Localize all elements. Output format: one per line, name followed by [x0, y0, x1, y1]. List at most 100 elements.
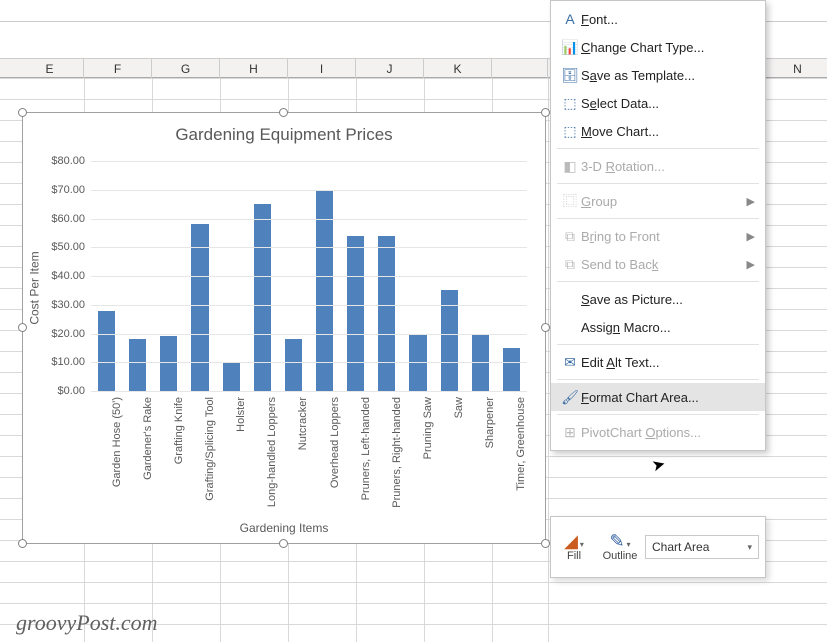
bar[interactable]	[316, 190, 333, 391]
x-tick-label: Pruners, Right-handed	[391, 397, 403, 508]
menu-item-label: Group	[581, 194, 617, 209]
menu-item[interactable]: Assign Macro...	[551, 313, 765, 341]
menu-item[interactable]: 🖌Format Chart Area...	[551, 383, 765, 411]
plot-area[interactable]	[91, 161, 527, 391]
fill-button[interactable]: ◢▾ Fill	[551, 532, 597, 562]
chart-element-selector[interactable]: Chart Area ▾	[645, 535, 759, 559]
menu-item[interactable]: Save as Picture...	[551, 285, 765, 313]
y-tick-label: $10.00	[51, 356, 85, 368]
menu-item-label: Save as Picture...	[581, 292, 683, 307]
x-tick-label: Long-handled Loppers	[266, 397, 278, 507]
app-window: EFGHIJK N Gardening Equipment Prices Cost…	[0, 0, 827, 642]
menu-item[interactable]: ⬚Move Chart...	[551, 117, 765, 145]
x-tick-label: Garden Hose (50')	[111, 397, 123, 487]
y-tick-label: $20.00	[51, 328, 85, 340]
chart-element-selector-value: Chart Area	[652, 540, 709, 554]
bar[interactable]	[98, 311, 115, 392]
x-tick-label: Overhead Loppers	[329, 397, 341, 488]
resize-handle[interactable]	[279, 108, 288, 117]
resize-handle[interactable]	[541, 539, 550, 548]
bar[interactable]	[347, 236, 364, 391]
y-axis-title[interactable]: Cost Per Item	[27, 161, 43, 415]
menu-item-label: Select Data...	[581, 96, 659, 111]
x-tick-label: Grafting Knife	[173, 397, 185, 464]
menu-item: ⿴Group ▶	[551, 187, 765, 215]
menu-item[interactable]: ⬚Select Data...	[551, 89, 765, 117]
column-header[interactable]: H	[220, 59, 288, 79]
x-tick-label: Nutcracker	[297, 397, 309, 450]
y-tick-label: $30.00	[51, 299, 85, 311]
x-tick-label: Gardener's Rake	[142, 397, 154, 480]
menu-item-label: Send to Back	[581, 257, 658, 272]
menu-item-icon: 📊	[559, 39, 581, 56]
submenu-arrow-icon: ▶	[747, 230, 755, 243]
y-axis-title-label: Cost Per Item	[28, 251, 42, 324]
chart-object[interactable]: Gardening Equipment Prices Cost Per Item…	[22, 112, 546, 544]
bar[interactable]	[191, 224, 208, 391]
menu-item-icon: ⊞	[559, 424, 581, 441]
bar[interactable]	[378, 236, 395, 391]
paint-bucket-icon: ◢	[564, 531, 578, 551]
column-header[interactable]: E	[16, 59, 84, 79]
menu-item-icon: ✉	[559, 354, 581, 371]
menu-item[interactable]: 📊Change Chart Type...	[551, 33, 765, 61]
x-tick-label: Sharpener	[484, 397, 496, 448]
menu-item[interactable]: AFont...	[551, 5, 765, 33]
x-axis-title[interactable]: Gardening Items	[23, 521, 545, 535]
menu-item-label: Save as Template...	[581, 68, 695, 83]
menu-item-icon: 🗄	[559, 67, 581, 84]
y-tick-label: $0.00	[57, 385, 85, 397]
column-header[interactable]: F	[84, 59, 152, 79]
fill-label: Fill	[567, 550, 581, 562]
menu-item-label: PivotChart Options...	[581, 425, 701, 440]
menu-item-label: Format Chart Area...	[581, 390, 699, 405]
bar[interactable]	[285, 339, 302, 391]
menu-item-label: Move Chart...	[581, 124, 659, 139]
menu-item: ⧉Send to Back▶	[551, 250, 765, 278]
menu-item[interactable]: ✉Edit Alt Text...	[551, 348, 765, 376]
menu-item-icon: ⿴	[559, 191, 581, 211]
resize-handle[interactable]	[541, 323, 550, 332]
column-header[interactable]: N	[768, 59, 827, 79]
y-tick-label: $70.00	[51, 184, 85, 196]
menu-item-label: Assign Macro...	[581, 320, 671, 335]
column-header[interactable]: I	[288, 59, 356, 79]
resize-handle[interactable]	[18, 539, 27, 548]
pen-icon: ✎	[609, 531, 624, 551]
column-header[interactable]: G	[152, 59, 220, 79]
menu-item-label: Edit Alt Text...	[581, 355, 660, 370]
x-tick-label: Grafting/Splicing Tool	[204, 397, 216, 501]
context-menu[interactable]: AFont...📊Change Chart Type...🗄Save as Te…	[550, 0, 766, 451]
x-axis-tick-labels: Garden Hose (50') Gardener's Rake Grafting…	[91, 397, 527, 517]
x-tick-label: Saw	[453, 397, 465, 418]
menu-item: ⧉Bring to Front▶	[551, 222, 765, 250]
resize-handle[interactable]	[541, 108, 550, 117]
outline-button[interactable]: ✎▾ Outline	[597, 532, 643, 562]
chart-title[interactable]: Gardening Equipment Prices	[23, 113, 545, 151]
menu-item-icon: ⬚	[559, 123, 581, 140]
bar[interactable]	[503, 348, 520, 391]
x-tick-label: Pruning Saw	[422, 397, 434, 459]
menu-item-icon: 🖌	[559, 389, 581, 406]
resize-handle[interactable]	[18, 108, 27, 117]
menu-item-icon: A	[559, 11, 581, 27]
mini-toolbar[interactable]: ◢▾ Fill ✎▾ Outline Chart Area ▾	[550, 516, 766, 578]
menu-item-icon: ⬚	[559, 95, 581, 112]
submenu-arrow-icon: ▶	[747, 195, 755, 208]
menu-item-icon: ⧉	[559, 228, 581, 245]
resize-handle[interactable]	[18, 323, 27, 332]
bar[interactable]	[223, 362, 240, 391]
menu-item-label: 3-D Rotation...	[581, 159, 665, 174]
menu-item: ◧3-D Rotation...	[551, 152, 765, 180]
chevron-down-icon: ▾	[747, 542, 752, 553]
column-header[interactable]	[492, 59, 548, 79]
menu-item-label: Change Chart Type...	[581, 40, 704, 55]
bar[interactable]	[129, 339, 146, 391]
watermark: groovyPost.com	[16, 610, 158, 636]
bar[interactable]	[160, 336, 177, 391]
resize-handle[interactable]	[279, 539, 288, 548]
menu-item-label: Font...	[581, 12, 618, 27]
column-header[interactable]: K	[424, 59, 492, 79]
column-header[interactable]: J	[356, 59, 424, 79]
menu-item[interactable]: 🗄Save as Template...	[551, 61, 765, 89]
